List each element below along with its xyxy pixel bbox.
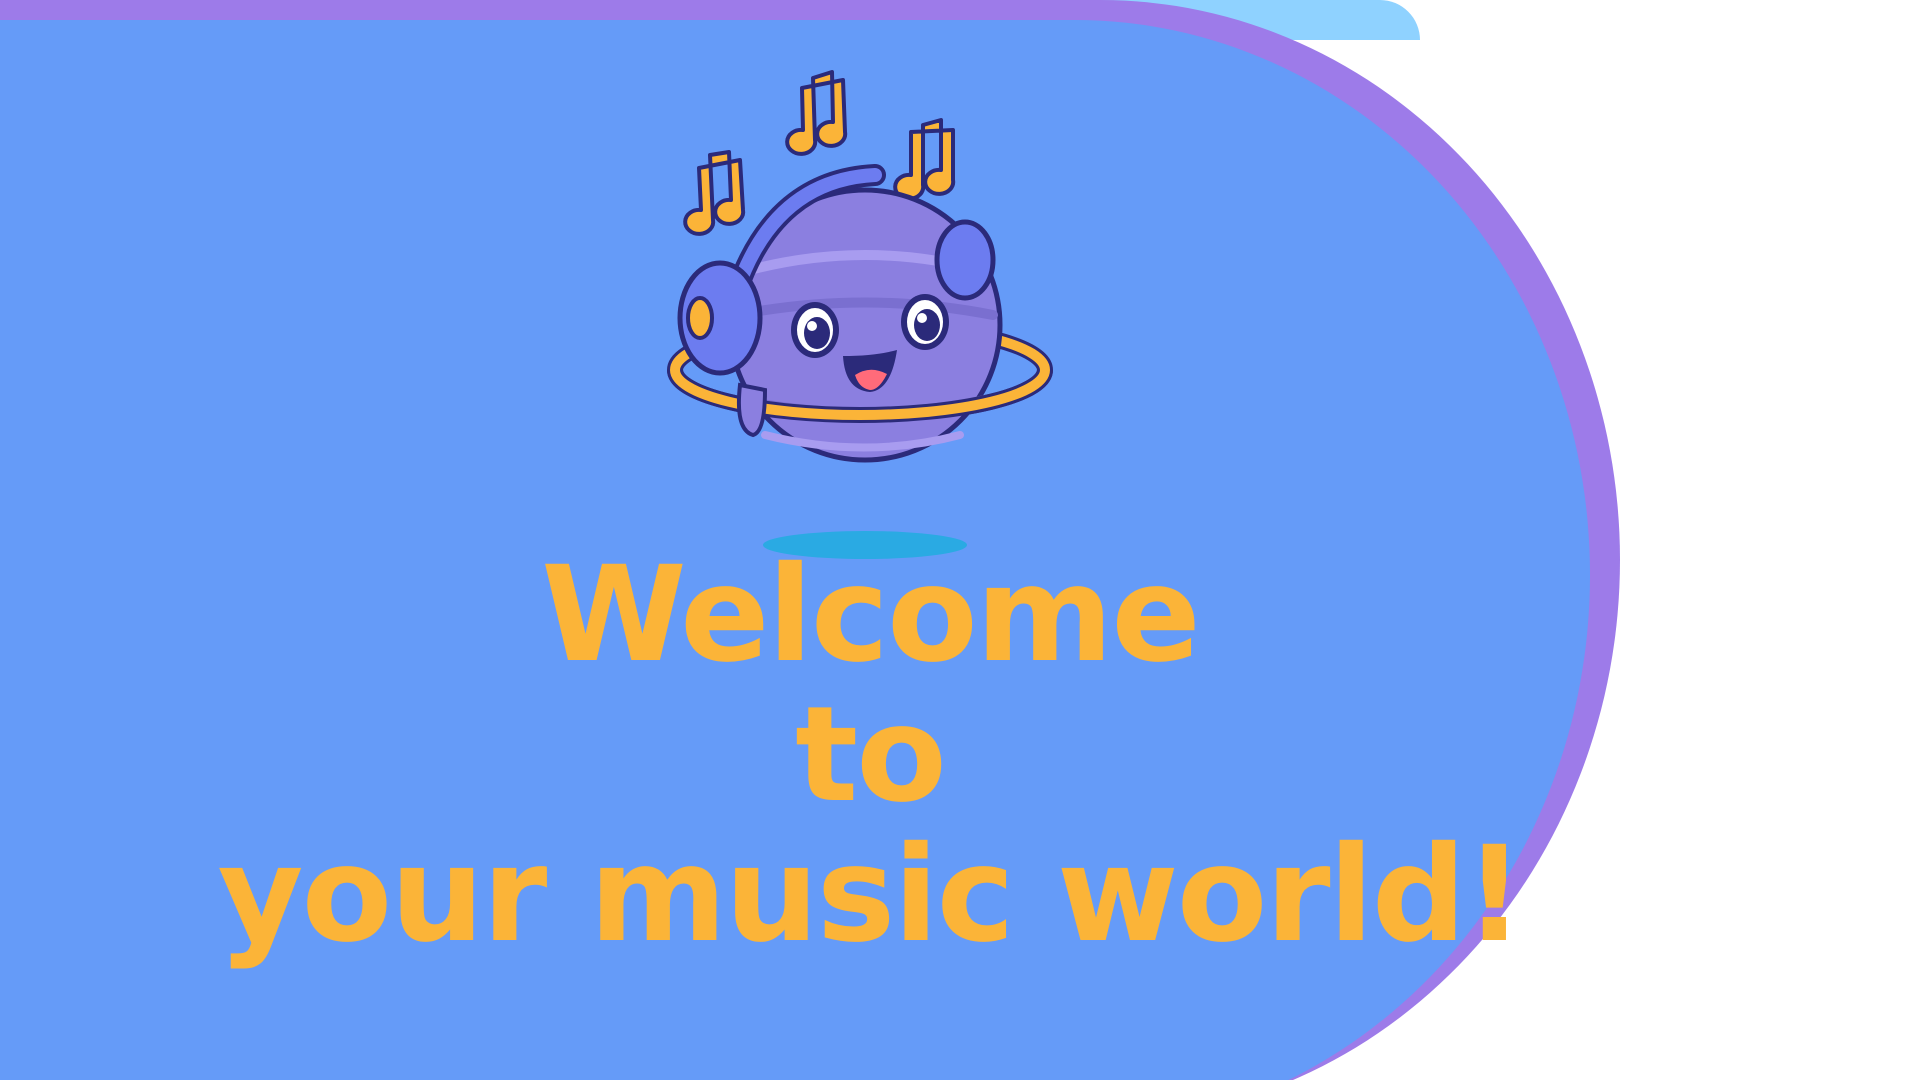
- welcome-line-1: Welcome: [541, 538, 1201, 692]
- welcome-heading: Welcome to your music world!: [0, 545, 1740, 965]
- welcome-line-2: to: [795, 678, 947, 832]
- welcome-line-3: your music world!: [217, 818, 1525, 972]
- music-note-icon: [683, 150, 746, 236]
- music-note-icon: [893, 118, 956, 201]
- welcome-screen: Welcome to your music world!: [0, 0, 1920, 1080]
- planet-with-headphones-icon: [667, 70, 1053, 559]
- music-note-icon: [785, 70, 848, 156]
